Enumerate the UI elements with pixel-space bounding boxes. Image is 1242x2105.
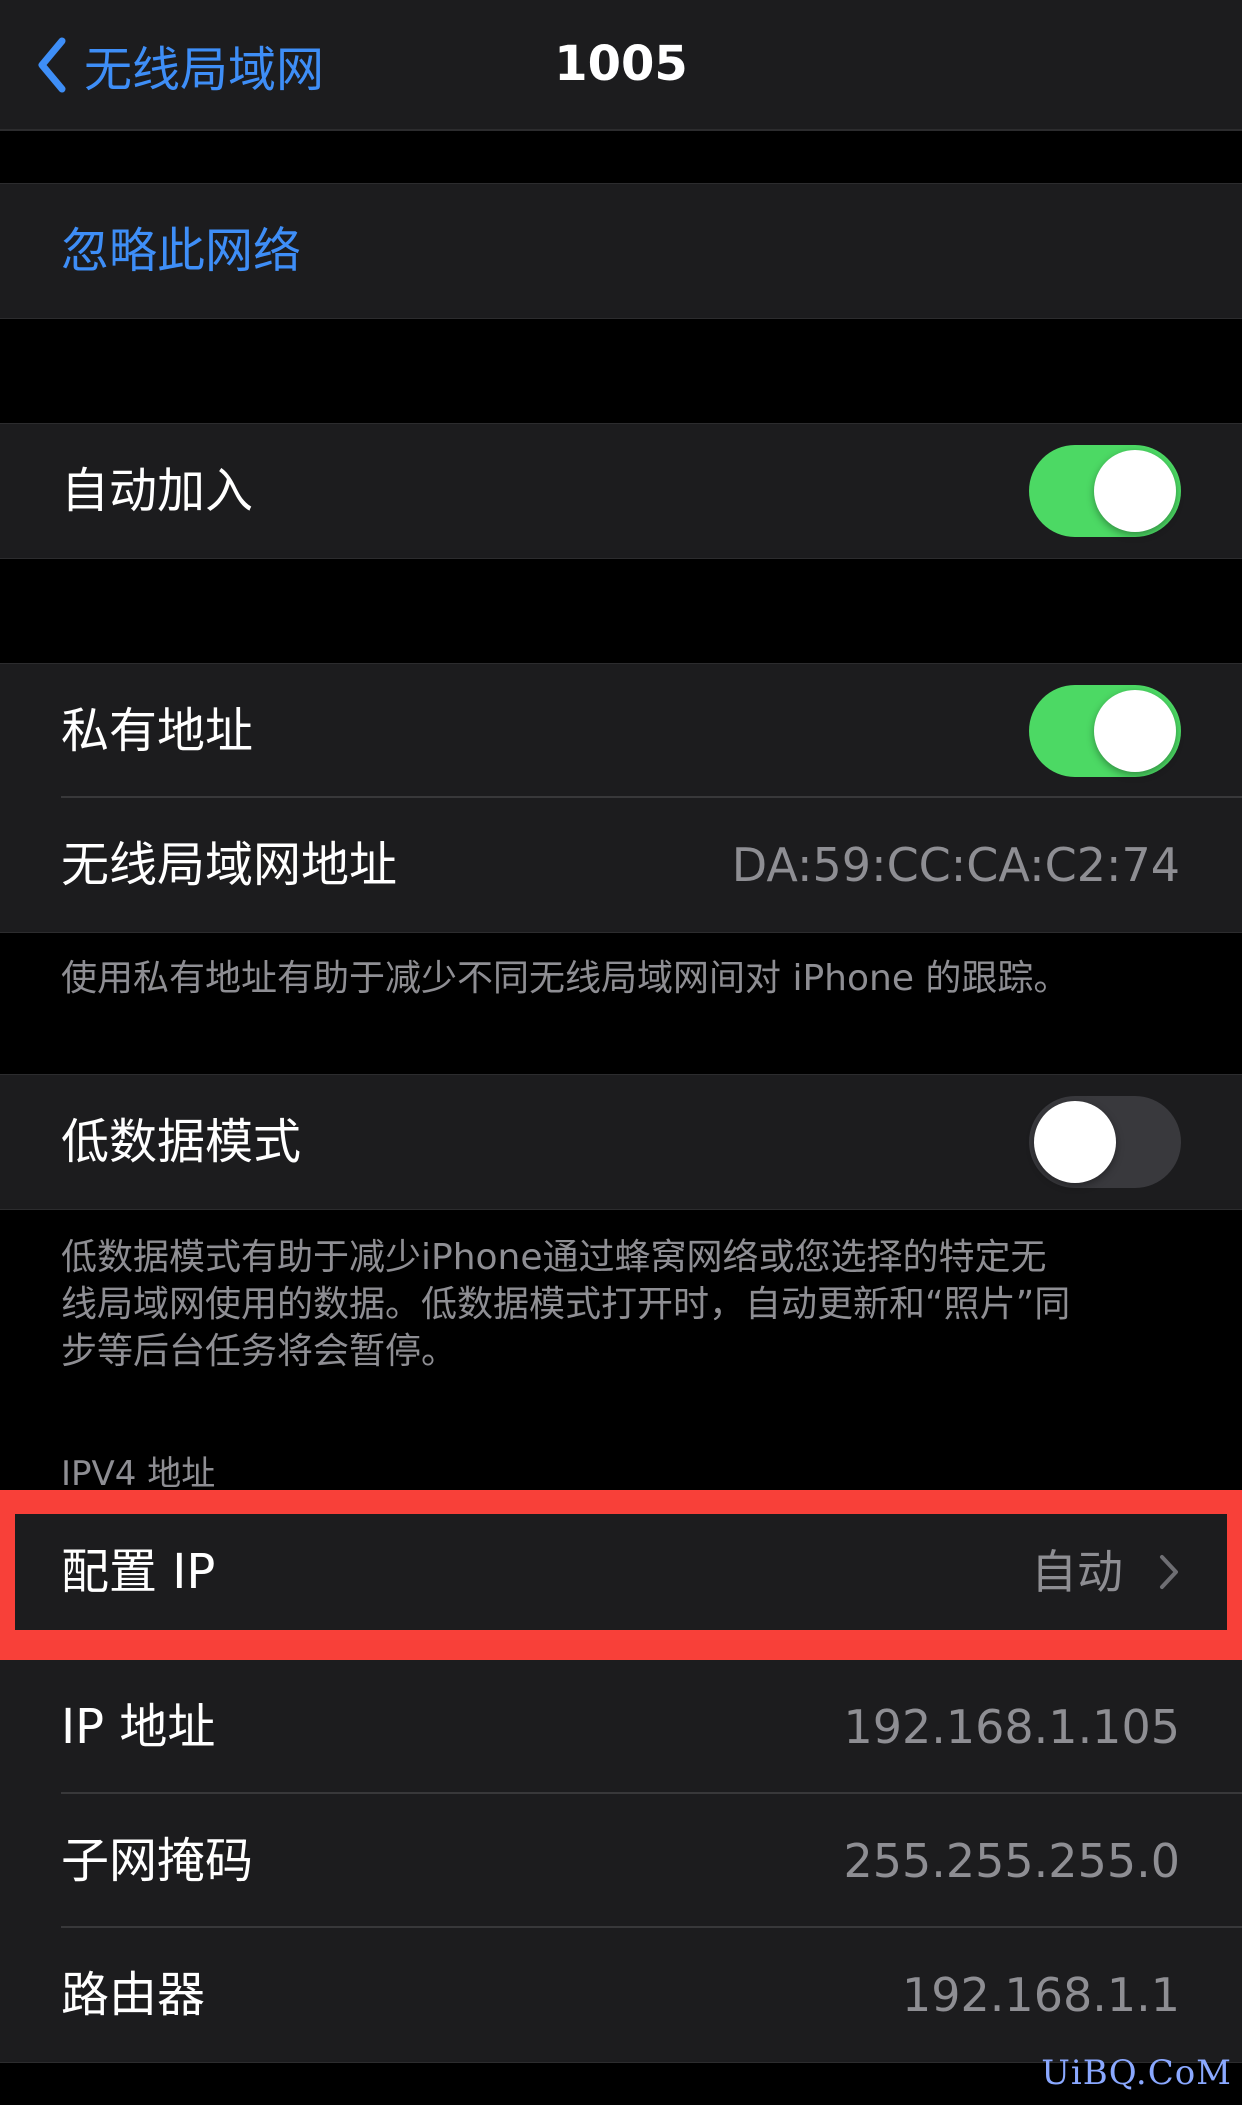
private-address-footer: 使用私有地址有助于减少不同无线局域网间对 iPhone 的跟踪。 — [61, 958, 1070, 999]
highlight-frame: 配置 IP 自动 — [0, 1490, 1242, 1660]
auto-join-toggle[interactable] — [1029, 445, 1181, 537]
router-value: 192.168.1.1 — [902, 1968, 1180, 2022]
ipv4-section-header: IPV4 地址 — [61, 1454, 216, 1494]
ip-details-group: IP 地址 192.168.1.105 子网掩码 255.255.255.0 路… — [0, 1660, 1242, 2063]
low-data-footer-line: 线局域网使用的数据。低数据模式打开时，自动更新和“照片”同 — [61, 1284, 1071, 1325]
private-address-group: 私有地址 无线局域网地址 DA:59:CC:CA:C2:74 — [0, 663, 1242, 933]
subnet-mask-value: 255.255.255.0 — [843, 1834, 1180, 1888]
forget-group: 忽略此网络 — [0, 183, 1242, 319]
toggle-knob — [1034, 1101, 1116, 1183]
router-label: 路由器 — [61, 1967, 206, 2023]
low-data-footer-line: 步等后台任务将会暂停。 — [61, 1331, 458, 1372]
navigation-bar: 无线局域网 1005 — [0, 0, 1242, 131]
wlan-address-value: DA:59:CC:CA:C2:74 — [731, 838, 1180, 892]
subnet-mask-label: 子网掩码 — [61, 1833, 254, 1889]
auto-join-group: 自动加入 — [0, 423, 1242, 559]
toggle-knob — [1094, 450, 1176, 532]
ip-address-value: 192.168.1.105 — [843, 1700, 1180, 1754]
configure-ip-label: 配置 IP — [61, 1544, 216, 1600]
low-data-footer: 低数据模式有助于减少iPhone通过蜂窝网络或您选择的特定无 线局域网使用的数据… — [61, 1234, 1181, 1375]
wlan-address-row: 无线局域网地址 DA:59:CC:CA:C2:74 — [0, 798, 1242, 932]
low-data-footer-line: 低数据模式有助于减少iPhone通过蜂窝网络或您选择的特定无 — [61, 1237, 1047, 1278]
auto-join-label: 自动加入 — [61, 463, 254, 519]
router-row: 路由器 192.168.1.1 — [0, 1928, 1242, 2062]
watermark: UiBQ.CoM — [1041, 2053, 1232, 2093]
chevron-right-icon — [1159, 1554, 1179, 1594]
configure-ip-row[interactable]: 配置 IP 自动 — [15, 1514, 1227, 1630]
low-data-toggle[interactable] — [1029, 1096, 1181, 1188]
auto-join-row: 自动加入 — [0, 424, 1242, 558]
ip-address-label: IP 地址 — [61, 1699, 216, 1755]
forget-network-button[interactable]: 忽略此网络 — [0, 184, 1242, 318]
ip-address-row: IP 地址 192.168.1.105 — [0, 1660, 1242, 1794]
low-data-row: 低数据模式 — [0, 1075, 1242, 1209]
private-address-label: 私有地址 — [61, 703, 254, 759]
low-data-label: 低数据模式 — [61, 1114, 302, 1170]
toggle-knob — [1094, 690, 1176, 772]
subnet-mask-row: 子网掩码 255.255.255.0 — [0, 1794, 1242, 1928]
forget-network-label: 忽略此网络 — [61, 223, 302, 279]
wlan-address-label: 无线局域网地址 — [61, 837, 398, 893]
private-address-toggle[interactable] — [1029, 685, 1181, 777]
configure-ip-value: 自动 — [1031, 1545, 1123, 1599]
low-data-group: 低数据模式 — [0, 1074, 1242, 1210]
page-title: 1005 — [554, 36, 688, 92]
private-address-row: 私有地址 — [0, 664, 1242, 798]
